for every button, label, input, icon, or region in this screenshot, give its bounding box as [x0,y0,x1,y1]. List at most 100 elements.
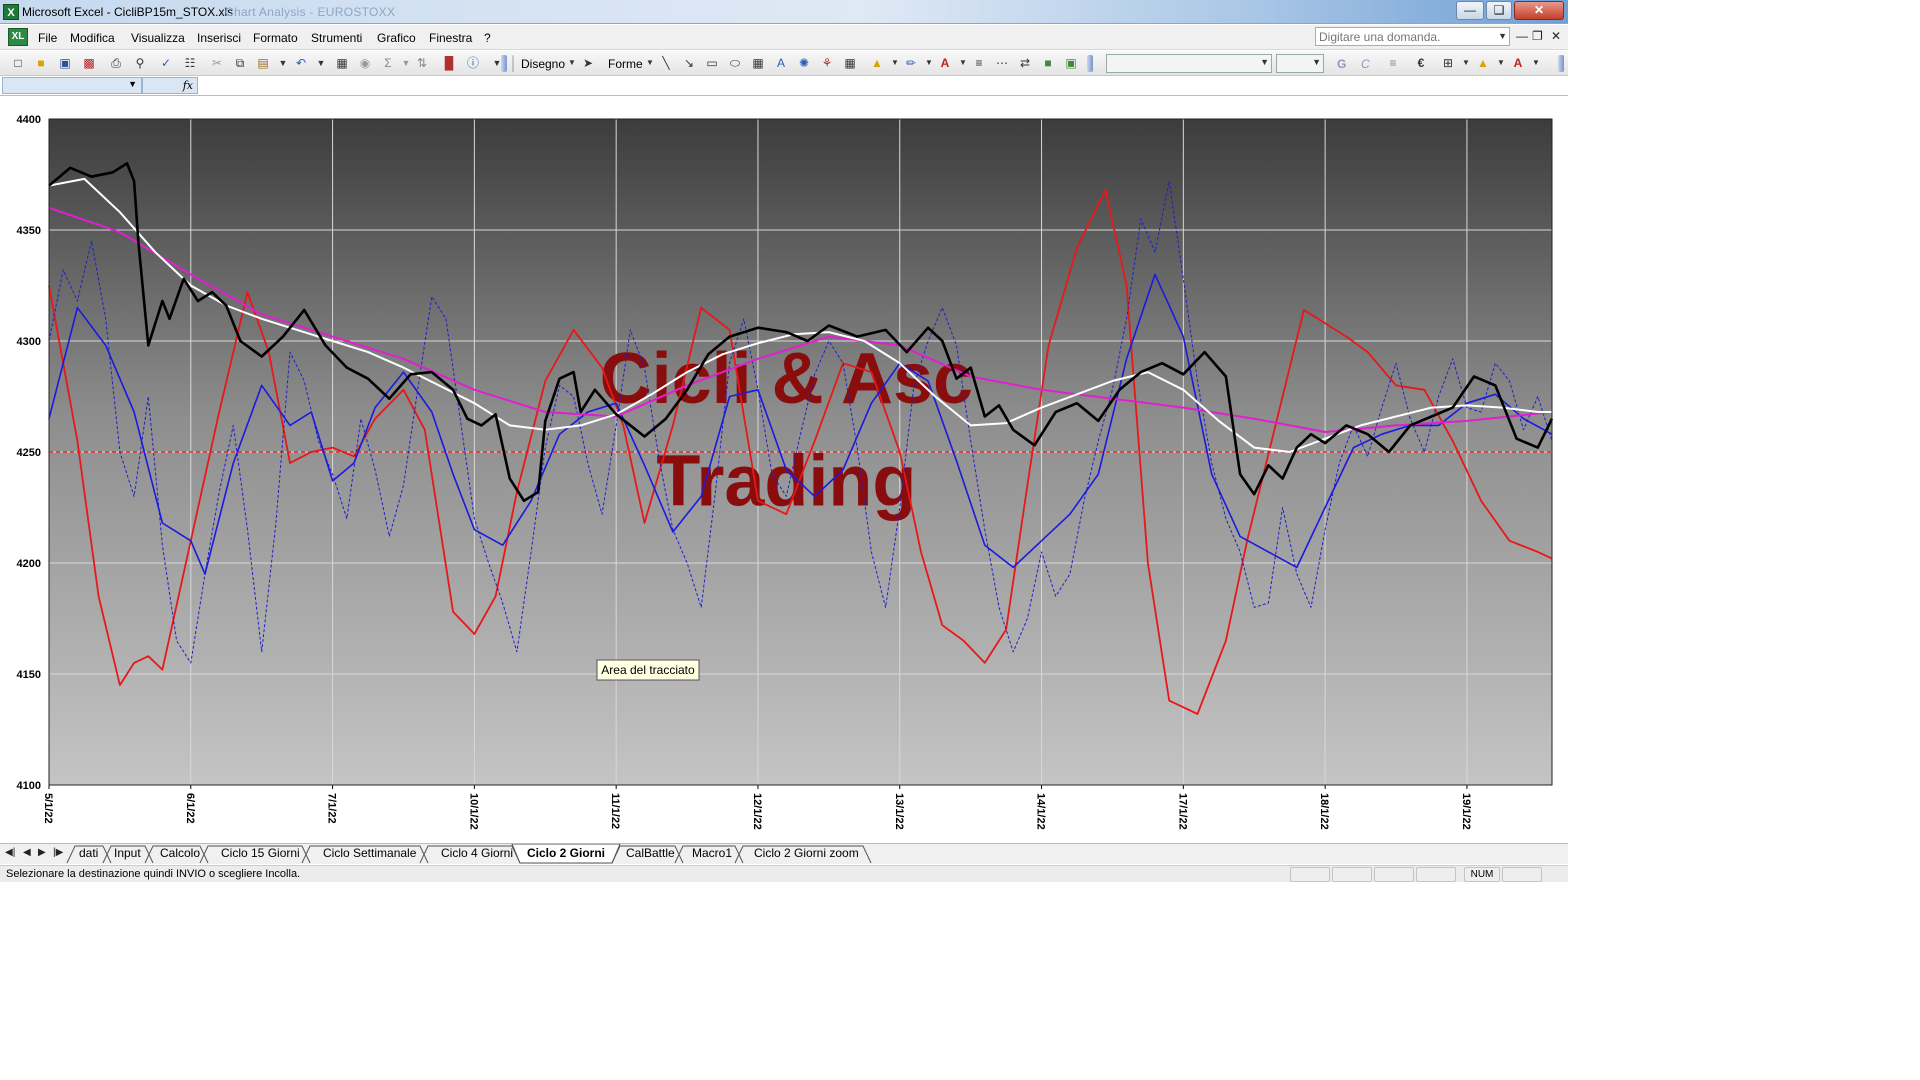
toolbar-grip[interactable] [501,55,507,72]
wordart-icon[interactable]: A [773,55,789,71]
tab-macro1[interactable]: Macro1 [692,846,732,860]
undo-icon[interactable]: ↶ [293,55,309,71]
toolbar-grip[interactable] [1087,55,1093,72]
menu-modifica[interactable]: Modifica [70,31,115,45]
line-style-icon[interactable]: ≡ [971,55,987,71]
menu-strumenti[interactable]: Strumenti [311,31,362,45]
line-color-icon[interactable]: ✏ [903,55,919,71]
clipart-icon[interactable]: ⚘ [819,55,835,71]
first-sheet-icon[interactable]: ◀| [5,847,15,858]
fill-color-icon[interactable]: ▲ [1475,55,1491,71]
maximize-button[interactable]: ❑ [1486,1,1512,20]
copy-icon[interactable]: ⧉ [232,55,248,71]
italic-button[interactable]: C [1361,57,1370,71]
tab-ciclo-2-giorni-zoom[interactable]: Ciclo 2 Giorni zoom [754,846,859,860]
toolbar-grip[interactable] [512,55,514,72]
help-icon[interactable]: ⓘ [465,55,481,71]
minimize-button[interactable]: — [1456,1,1484,20]
chevron-down-icon[interactable]: ▼ [313,55,329,71]
chevron-down-icon[interactable]: ▼ [128,79,137,89]
line-icon[interactable]: ╲ [658,55,674,71]
workbook-minimize-button[interactable]: — [1516,29,1528,43]
arrow-style-icon[interactable]: ⇄ [1017,55,1033,71]
sort-icon[interactable]: ⇅ [414,55,430,71]
line-chart[interactable]: 4100 4150 4200 4250 4300 4350 4400 5/1/22 6/1/22… [0,97,1568,839]
forme-menu[interactable]: Forme [608,57,643,71]
dash-style-icon[interactable]: ⋯ [994,55,1010,71]
chart-area[interactable]: 4100 4150 4200 4250 4300 4350 4400 5/1/22 6/1/22… [0,97,1568,839]
oval-icon[interactable]: ⬭ [727,55,743,71]
tab-ciclo-2-giorni[interactable]: Ciclo 2 Giorni [527,846,605,860]
menu-grafico[interactable]: Grafico [377,31,416,45]
chart-wizard-icon[interactable]: █ [441,55,457,71]
paste-icon[interactable]: ▤ [255,55,271,71]
font-size-combo[interactable]: ▼ [1276,54,1324,73]
permission-icon[interactable]: ▩ [81,55,97,71]
new-file-icon[interactable]: □ [10,55,26,71]
shadow-icon[interactable]: ■ [1040,55,1056,71]
close-window-button[interactable]: ✕ [1514,1,1564,20]
chevron-down-icon[interactable]: ▼ [921,55,937,71]
menu-visualizza[interactable]: Visualizza [131,31,185,45]
diagram-icon[interactable]: ✺ [796,55,812,71]
chevron-down-icon[interactable]: ▼ [275,55,291,71]
tab-dati[interactable]: dati [79,846,98,860]
chevron-down-icon[interactable]: ▼ [1493,55,1509,71]
menu-file[interactable]: File [38,31,57,45]
chevron-down-icon[interactable]: ▼ [1260,57,1269,67]
tab-ciclo-4-giorni[interactable]: Ciclo 4 Giorni [441,846,513,860]
rectangle-icon[interactable]: ▭ [704,55,720,71]
research-icon[interactable]: ☷ [182,55,198,71]
chevron-down-icon[interactable]: ▼ [1498,31,1507,41]
3d-icon[interactable]: ▣ [1063,55,1079,71]
web-icon[interactable]: ◉ [357,55,373,71]
bold-button[interactable]: G [1337,57,1346,71]
arrow-icon[interactable]: ↘ [681,55,697,71]
chevron-down-icon[interactable]: ▼ [564,55,580,71]
print-preview-icon[interactable]: ⚲ [132,55,148,71]
open-folder-icon[interactable]: ■ [33,55,49,71]
picture-icon[interactable]: ▦ [842,55,858,71]
tab-calcolo[interactable]: Calcolo [160,846,200,860]
chevron-down-icon[interactable]: ▼ [955,55,971,71]
cut-icon[interactable]: ✂ [209,55,225,71]
font-color-icon[interactable]: A [937,55,953,71]
insert-function-icon[interactable]: fx [142,77,198,94]
print-icon[interactable]: ⎙ [108,55,124,71]
next-sheet-icon[interactable]: ▶ [38,847,46,858]
prev-sheet-icon[interactable]: ◀ [23,847,31,858]
tab-calbattle[interactable]: CalBattle [626,846,675,860]
euro-icon[interactable]: € [1413,55,1429,71]
menu-formato[interactable]: Formato [253,31,298,45]
menu-help[interactable]: ? [484,31,491,45]
save-icon[interactable]: ▣ [57,55,73,71]
chevron-down-icon[interactable]: ▼ [642,55,658,71]
select-pointer-icon[interactable]: ➤ [580,55,596,71]
workbook-restore-button[interactable]: ❐ [1532,29,1543,43]
menu-finestra[interactable]: Finestra [429,31,472,45]
chevron-down-icon[interactable]: ▼ [1458,55,1474,71]
spelling-icon[interactable]: ✓ [158,55,174,71]
excel-app-icon[interactable]: X [3,4,19,20]
tab-input[interactable]: Input [114,846,141,860]
workbook-icon[interactable]: XL [8,28,28,46]
chevron-down-icon[interactable]: ▼ [1312,57,1321,67]
chevron-down-icon[interactable]: ▼ [887,55,903,71]
toolbar-grip[interactable] [1558,55,1564,72]
fill-color-icon[interactable]: ▲ [869,55,885,71]
workbook-close-button[interactable]: ✕ [1551,29,1561,43]
textbox-icon[interactable]: ▦ [750,55,766,71]
hyperlink-icon[interactable]: ▦ [334,55,350,71]
align-center-icon[interactable]: ≡ [1385,55,1401,71]
font-color-icon[interactable]: A [1510,55,1526,71]
disegno-menu[interactable]: Disegno [521,57,565,71]
borders-icon[interactable]: ⊞ [1440,55,1456,71]
last-sheet-icon[interactable]: |▶ [53,847,63,858]
tab-ciclo-15-giorni[interactable]: Ciclo 15 Giorni [221,846,300,860]
menu-inserisci[interactable]: Inserisci [197,31,241,45]
chevron-down-icon[interactable]: ▼ [1528,55,1544,71]
chevron-down-icon[interactable]: ▼ [398,55,414,71]
tab-ciclo-settimanale[interactable]: Ciclo Settimanale [323,846,416,860]
autosum-icon[interactable]: Σ [380,55,396,71]
font-name-combo[interactable]: ▼ [1106,54,1272,73]
